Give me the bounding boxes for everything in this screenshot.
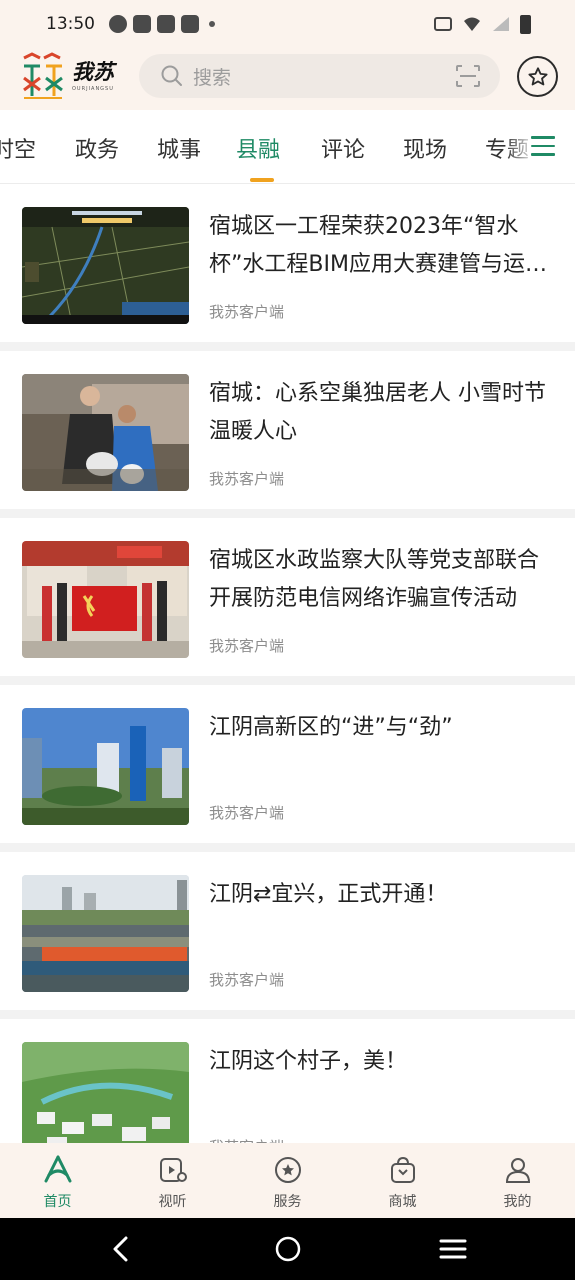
channel-tabs: 时空 政务 城事 县融 评论 现场 专题 <box>0 110 575 184</box>
tab-xianchang[interactable]: 现场 <box>403 132 447 164</box>
home-button-icon[interactable] <box>273 1234 303 1264</box>
notification-app-icon <box>109 15 127 33</box>
list-item[interactable]: 江阴这个村子，美！ 我苏客户端 <box>0 1019 575 1144</box>
star-icon <box>527 66 548 85</box>
nav-home[interactable]: 首页 <box>0 1143 115 1218</box>
article-thumbnail <box>22 541 189 658</box>
status-bar: 13:50 <box>0 0 575 48</box>
article-source: 我苏客户端 <box>209 637 285 655</box>
nav-home-label: 首页 <box>43 1194 72 1210</box>
more-notifications-icon <box>209 21 215 27</box>
profile-icon <box>505 1158 530 1183</box>
search-bar[interactable]: 搜索 <box>139 54 500 98</box>
article-source: 我苏客户端 <box>209 303 285 321</box>
article-title: 江阴这个村子，美！ <box>209 1049 408 1074</box>
nav-video[interactable]: 视听 <box>115 1143 230 1218</box>
tab-zhengwu[interactable]: 政务 <box>75 132 119 164</box>
search-icon <box>161 65 182 86</box>
favorites-button[interactable] <box>517 56 558 97</box>
list-item[interactable]: 江阴⇄宜兴，正式开通！ 我苏客户端 <box>0 852 575 1010</box>
shop-icon <box>390 1156 415 1183</box>
back-icon[interactable] <box>106 1234 136 1264</box>
article-thumbnail <box>22 875 189 992</box>
article-title: 宿城区一工程荣获2023年“智水杯”水工程BIM应用大赛建管与运维组一等奖 <box>209 214 547 277</box>
news-feed: 宿城区一工程荣获2023年“智水杯”水工程BIM应用大赛建管与运维组一等奖 我苏… <box>0 184 575 1144</box>
nav-profile[interactable]: 我的 <box>460 1143 575 1218</box>
nav-shop-label: 商城 <box>388 1194 417 1210</box>
signal-icon <box>493 17 509 31</box>
article-title: 宿城：心系空巢独居老人 小雪时节温暖人心 <box>209 381 546 444</box>
scan-icon[interactable] <box>456 65 480 87</box>
vibrate-icon <box>434 17 452 31</box>
article-title: 江阴⇄宜兴，正式开通！ <box>209 882 448 907</box>
article-source: 我苏客户端 <box>209 804 285 822</box>
status-time: 13:50 <box>46 14 95 34</box>
search-placeholder: 搜索 <box>193 66 232 89</box>
service-icon <box>274 1157 301 1183</box>
article-thumbnail <box>22 374 189 491</box>
tab-shikong[interactable]: 时空 <box>0 132 36 164</box>
nav-service-label: 服务 <box>273 1194 302 1210</box>
logo-title: 我苏 <box>72 60 114 84</box>
system-navigation-bar <box>0 1218 575 1280</box>
tab-pinglun[interactable]: 评论 <box>321 132 365 164</box>
list-item[interactable]: 宿城区一工程荣获2023年“智水杯”水工程BIM应用大赛建管与运维组一等奖 我苏… <box>0 184 575 342</box>
nav-video-label: 视听 <box>158 1194 187 1210</box>
video-icon <box>159 1158 187 1182</box>
article-thumbnail <box>22 1042 189 1144</box>
list-item[interactable]: 宿城区水政监察大队等党支部联合开展防范电信网络诈骗宣传活动 我苏客户端 <box>0 518 575 676</box>
tab-xianrong[interactable]: 县融 <box>236 132 280 164</box>
logo-mark-icon <box>23 52 63 99</box>
article-title: 江阴高新区的“进”与“劲” <box>209 715 453 740</box>
channel-menu-icon[interactable] <box>531 136 555 156</box>
home-icon <box>44 1155 71 1183</box>
battery-icon <box>520 14 531 34</box>
logo-subtitle: OURJIANGSU <box>72 86 114 92</box>
recent-apps-icon[interactable] <box>438 1234 468 1264</box>
app-header: 我苏 OURJIANGSU 搜索 <box>0 48 575 110</box>
app-logo[interactable]: 我苏 OURJIANGSU <box>20 50 114 102</box>
notification-mail-icon <box>181 15 199 33</box>
nav-profile-label: 我的 <box>503 1194 532 1210</box>
list-item[interactable]: 江阴高新区的“进”与“劲” 我苏客户端 <box>0 685 575 843</box>
notification-mail-icon <box>157 15 175 33</box>
nav-service[interactable]: 服务 <box>230 1143 345 1218</box>
article-title: 宿城区水政监察大队等党支部联合开展防范电信网络诈骗宣传活动 <box>209 548 540 611</box>
bottom-navigation: 首页 视听 服务 商城 我的 <box>0 1143 575 1218</box>
wifi-icon <box>464 17 480 31</box>
list-item[interactable]: 宿城：心系空巢独居老人 小雪时节温暖人心 我苏客户端 <box>0 351 575 509</box>
notification-mail-icon <box>133 15 151 33</box>
article-thumbnail <box>22 207 189 324</box>
article-thumbnail <box>22 708 189 825</box>
article-source: 我苏客户端 <box>209 971 285 989</box>
tab-chengshi[interactable]: 城事 <box>157 132 201 164</box>
article-source: 我苏客户端 <box>209 470 285 488</box>
active-tab-indicator <box>250 178 274 182</box>
nav-shop[interactable]: 商城 <box>345 1143 460 1218</box>
